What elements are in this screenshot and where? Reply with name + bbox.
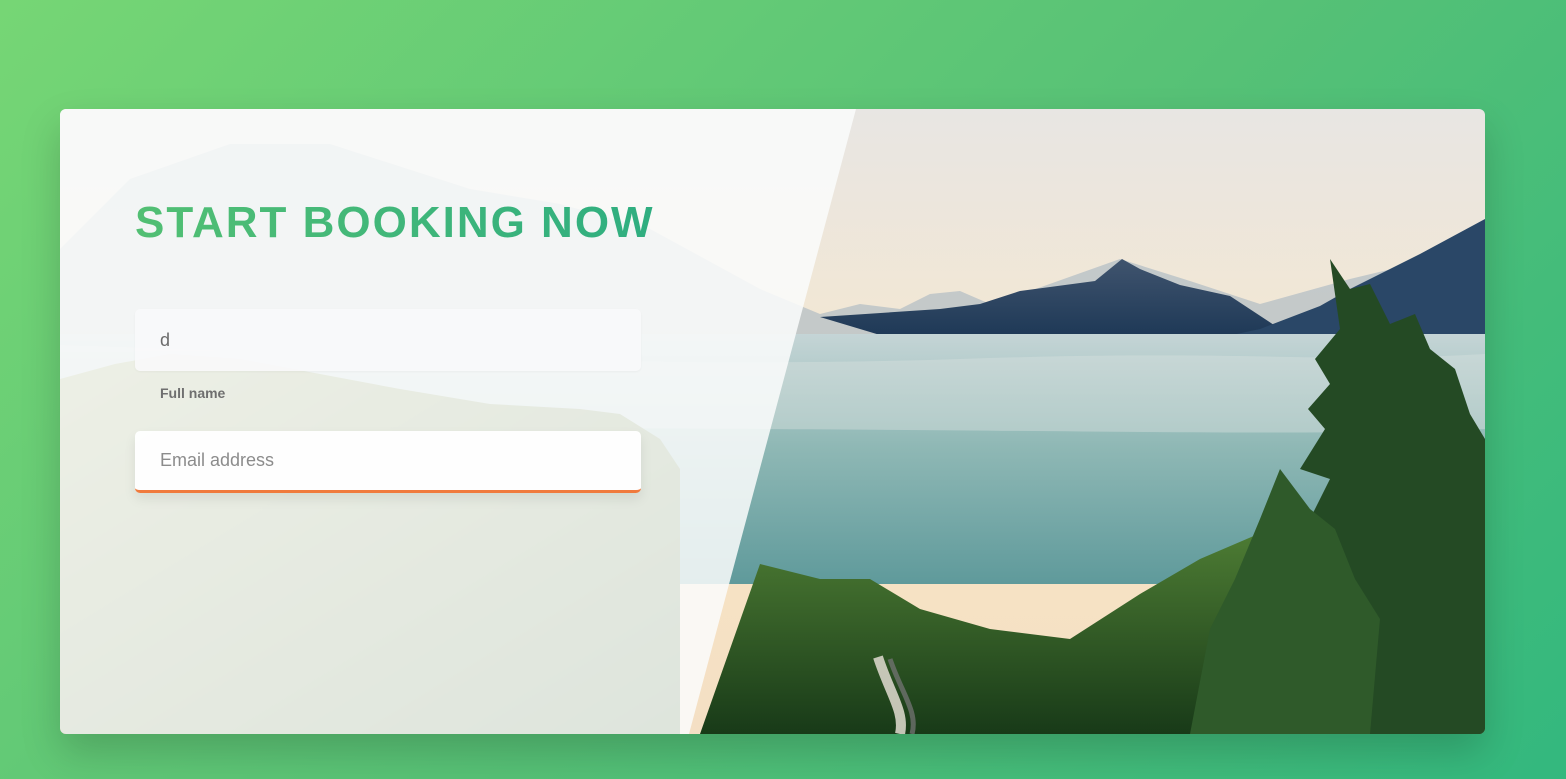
full-name-input[interactable] <box>135 309 641 371</box>
booking-form: START BOOKING NOW Full name <box>135 197 655 493</box>
booking-card: START BOOKING NOW Full name <box>60 109 1485 734</box>
full-name-label: Full name <box>160 385 226 401</box>
email-address-input[interactable] <box>135 431 641 493</box>
page-title: START BOOKING NOW <box>135 198 655 247</box>
